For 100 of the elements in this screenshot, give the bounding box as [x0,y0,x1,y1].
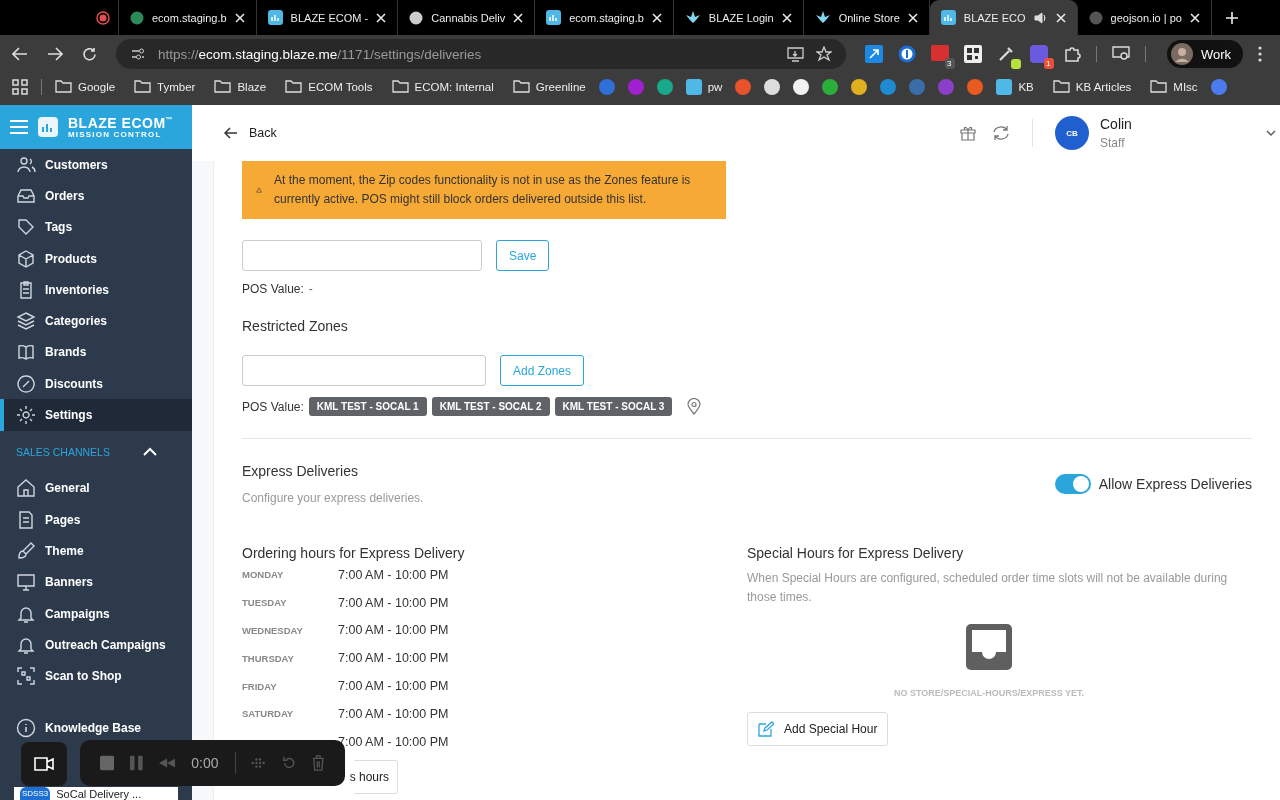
bookmark-folder[interactable]: KB Articles [1052,80,1132,93]
sidebar-item[interactable]: Pages [0,503,192,536]
pos-value-label: POS Value: [242,399,304,414]
apps-icon[interactable] [12,78,28,95]
bookmark-folder[interactable]: Greenline [512,80,586,93]
bookmark-folder[interactable]: Tymber [134,80,196,93]
close-icon[interactable] [1189,12,1200,23]
sidebar-item[interactable]: Outreach Campaigns [0,629,192,661]
refresh-icon[interactable] [992,125,1010,141]
bookmark-folder[interactable]: ECOM Tools [285,80,373,93]
day-label: TUESDAY [242,597,287,609]
bookmark-folder[interactable]: Google [55,80,116,93]
close-icon[interactable] [1055,12,1066,23]
sidebar-item[interactable]: Orders [0,180,192,212]
users-icon [16,154,36,175]
password-icon[interactable] [898,45,916,63]
sidebar-item[interactable]: Scan to Shop [0,660,192,692]
section-title: Special Hours for Express Delivery [747,545,965,561]
sidebar-item[interactable]: Brands [0,336,192,369]
tab-title: ecom.staging.b [152,11,227,24]
input-field[interactable] [242,355,486,386]
extension-icon[interactable] [865,45,883,63]
avatar-icon [1171,43,1193,65]
back-arrow-icon[interactable] [12,47,28,61]
folder-icon [1150,80,1168,93]
tab-title: BLAZE ECO [963,11,1026,24]
zone-tag: KML TEST - SOCAL 1 [308,397,427,416]
section-title: Ordering hours for Express Delivery [242,545,466,561]
back-link[interactable]: Back [224,126,277,140]
add-special-hour-button[interactable]: Add Special Hour [747,712,889,746]
map-pin-icon[interactable] [687,398,702,415]
reload-icon[interactable] [82,46,97,62]
sidebar-item[interactable]: Products [0,242,192,275]
bookmark-folder[interactable]: ECOM: Internal [391,80,494,93]
hours-text: 7:00 AM - 10:00 PM [338,567,449,582]
layers-icon [16,311,36,332]
sidebar-item[interactable]: Campaigns [0,597,192,630]
chevron-down-icon[interactable] [1266,130,1276,136]
browser-tab[interactable]: BLAZE ECO [929,0,1078,35]
folder-icon [55,80,72,93]
sidebar-item[interactable]: Categories [0,305,192,337]
eyedropper-icon[interactable] [997,45,1015,63]
hours-text: 7:00 AM - 10:00 PM [338,595,449,610]
sidebar-item[interactable]: Discounts [0,368,192,400]
gift-icon[interactable] [960,125,976,141]
chart-logo-icon [38,117,58,137]
bookmark-folder[interactable]: MIsc [1150,80,1198,93]
empty-tray-icon [965,623,1013,671]
sidebar-item[interactable]: Settings [0,399,192,431]
store-card[interactable]: SDSS3 SoCal Delivery ... [14,787,178,800]
sidebar-item[interactable]: Customers [0,149,192,181]
input-field[interactable] [242,240,482,271]
alert-text: At the moment, the Zip codes functionality is not in use as the Zones feature is currently active. POS might still block orders delivered outside this list. [274,172,692,208]
folder-icon [512,80,530,93]
percent-icon [16,373,36,394]
recording-time: 0:00 [191,755,219,771]
sidebar-item[interactable]: General [0,472,192,504]
folder-icon [1052,80,1070,93]
sidebar-item[interactable]: Knowledge Base [0,712,192,745]
profile-button[interactable]: Work [1167,40,1244,68]
section-title: Restricted Zones [242,318,349,334]
forward-arrow-icon[interactable] [47,47,63,61]
search-page-icon[interactable] [1112,46,1130,62]
sidebar-item[interactable]: Theme [0,535,192,567]
store-name: SoCal Delivery ... [56,787,142,800]
camera-button[interactable] [21,742,67,786]
pages-icon [16,509,36,530]
bookmark[interactable]: KB [996,78,1034,95]
close-icon[interactable] [376,12,387,23]
speaker-icon [1033,11,1048,24]
pos-value-label: POS Value: [242,282,304,296]
address-bar[interactable]: https://ecom.staging.blaze.me/1171/settings/deliveries [116,39,846,69]
star-icon[interactable] [816,46,832,62]
install-icon[interactable] [787,46,804,62]
scan-icon [16,666,36,687]
section-header[interactable]: SALES CHANNELS [0,430,192,473]
sidebar-item[interactable]: Tags [0,211,192,243]
close-icon[interactable] [651,12,662,23]
toggle-switch[interactable] [1054,474,1091,494]
bookmark-icon[interactable] [764,78,781,95]
close-icon[interactable] [234,12,245,23]
menu-icon[interactable] [1258,46,1263,62]
hours-text: 7:00 AM - 10:00 PM [338,679,449,694]
zone-tag: KML TEST - SOCAL 2 [431,397,550,416]
close-icon[interactable] [513,12,524,23]
sidebar-item[interactable]: Banners [0,566,192,598]
qr-code-icon[interactable] [964,45,982,63]
dots-grid-icon[interactable] [251,755,266,771]
new-tab-icon[interactable] [1225,11,1238,24]
bookmark-folder[interactable]: Blaze [214,80,267,93]
close-icon[interactable] [907,12,918,23]
puzzle-icon[interactable] [1063,45,1081,63]
bookmark-icon[interactable] [793,78,810,95]
bookmark-icon[interactable] [851,78,868,95]
brand-tagline: MISSION CONTROL [68,130,163,139]
close-icon[interactable] [781,12,792,23]
zone-tag: KML TEST - SOCAL 3 [554,397,673,416]
stop-icon[interactable] [100,755,115,771]
bookmark[interactable]: pw [685,78,723,95]
sidebar-item[interactable]: Inventories [0,274,192,306]
